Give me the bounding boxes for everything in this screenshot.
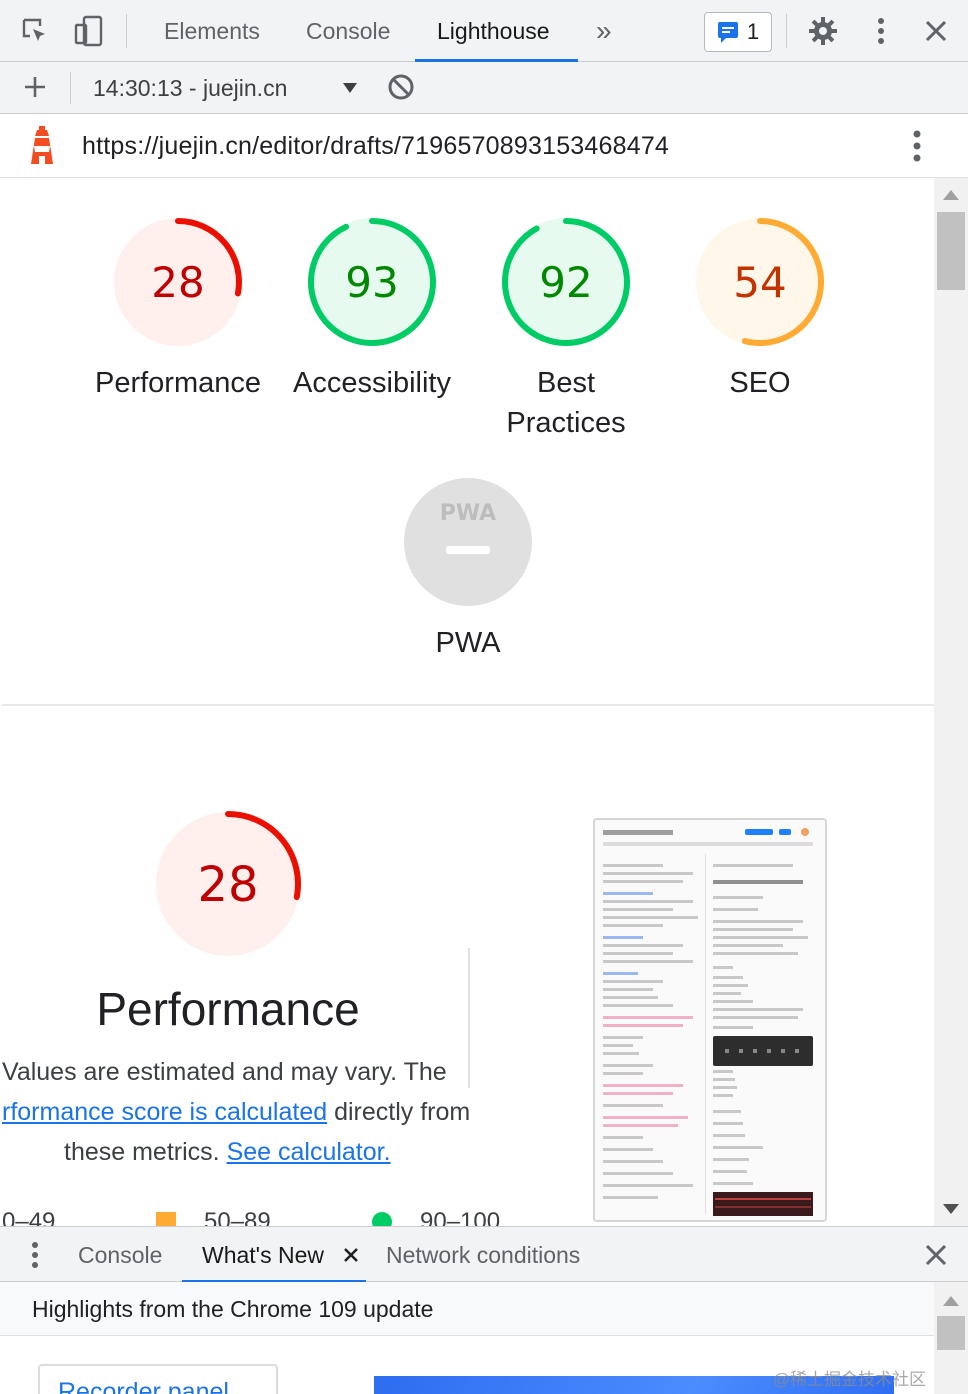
drawer-tab-whats-new-label: What's New (202, 1241, 324, 1268)
section-divider (2, 704, 934, 706)
gauge-accessibility[interactable]: 93 Accessibility (282, 216, 462, 403)
tab-elements[interactable]: Elements (142, 0, 282, 62)
report-menu-icon[interactable] (902, 128, 932, 164)
legend-circle-icon (372, 1212, 392, 1226)
legend-pass: 90–100 (372, 1208, 500, 1226)
device-toolbar-icon[interactable] (72, 14, 106, 48)
desc-line-2: rformance score is calculated directly f… (2, 1092, 602, 1132)
message-icon (717, 22, 738, 43)
toolbar-divider (786, 14, 787, 48)
score-gauge-ring: 92 (502, 218, 630, 346)
gauge-performance[interactable]: 28 Performance (88, 216, 268, 403)
score-label: Best Practices (506, 367, 626, 439)
desc-line-2-rest: directly from (327, 1098, 471, 1126)
pwa-label: PWA (435, 627, 501, 659)
issues-badge[interactable]: 1 (704, 12, 772, 52)
report-selector[interactable]: 14:30:13 - juejin.cn (93, 62, 287, 114)
drawer-menu-icon[interactable] (22, 1239, 48, 1271)
clear-block-icon[interactable] (386, 72, 416, 102)
highlights-title: Highlights from the Chrome 109 update (32, 1295, 434, 1322)
drawer-tab-whats-new[interactable]: What's New (182, 1227, 366, 1283)
pwa-badge-icon: PWA (404, 478, 532, 606)
tab-lighthouse[interactable]: Lighthouse (415, 0, 578, 62)
scroll-up-arrow-icon[interactable] (943, 1296, 959, 1306)
page-screenshot-thumbnail[interactable] (593, 818, 827, 1222)
see-calculator-link[interactable]: See calculator. (227, 1138, 391, 1166)
close-icon[interactable] (920, 15, 952, 47)
toolbar-divider (70, 72, 71, 104)
scrollbar-thumb[interactable] (937, 1316, 965, 1350)
tab-console[interactable]: Console (284, 0, 412, 62)
gauge-best-practices[interactable]: 92 Best Practices (476, 216, 656, 443)
watermark: @稀土掘金技术社区 (772, 1370, 926, 1389)
score-value: 92 (539, 258, 592, 307)
scroll-up-arrow-icon[interactable] (943, 190, 959, 200)
devtools-tabbar: Elements Console Lighthouse » 1 (0, 0, 968, 62)
url-row: https://juejin.cn/editor/drafts/71965708… (0, 114, 968, 178)
score-label: Performance (94, 367, 261, 399)
score-value: 93 (345, 258, 398, 307)
report-selector-label: 14:30:13 - juejin.cn (93, 74, 288, 101)
lighthouse-report: 28 Performance 93 Accessibility 92 Best Pra… (2, 178, 934, 1226)
desc-line-1: Values are estimated and may vary. The (2, 1058, 447, 1086)
plus-icon[interactable] (20, 72, 50, 102)
legend-fail: 0–49 (2, 1208, 55, 1226)
legend-square-icon (156, 1212, 176, 1226)
drawer-tab-console[interactable]: Console (58, 1227, 182, 1283)
score-label: Accessibility (293, 367, 451, 399)
recorder-panel-link[interactable]: Recorder panel (38, 1364, 278, 1394)
performance-description: Values are estimated and may vary. The r… (2, 1052, 602, 1172)
drawer-tabbar: Console What's New Network conditions (0, 1226, 968, 1283)
pwa-badge-text: PWA (440, 501, 496, 526)
gauge-seo[interactable]: 54 SEO (670, 216, 850, 403)
score-value: 54 (733, 258, 786, 307)
score-gauge-ring: 28 (114, 218, 242, 346)
scroll-down-arrow-icon[interactable] (943, 1204, 959, 1214)
desc-line-3-prefix: these metrics. (64, 1138, 227, 1166)
more-tabs-button[interactable]: » (574, 0, 634, 62)
desc-line-3: these metrics. See calculator. (64, 1132, 602, 1172)
performance-detail-gauge: 28 (138, 810, 318, 963)
close-drawer-icon[interactable] (922, 1241, 950, 1269)
performance-title: Performance (96, 983, 360, 1035)
legend-fail-range: 0–49 (2, 1208, 56, 1226)
score-gauge-ring: 54 (696, 218, 824, 346)
kebab-menu-icon[interactable] (864, 14, 898, 48)
legend-average: 50–89 (156, 1208, 271, 1226)
score-value: 28 (151, 258, 204, 307)
issues-count: 1 (746, 19, 760, 44)
toolbar-divider (126, 14, 127, 48)
legend-pass-range: 90–100 (420, 1208, 501, 1226)
score-gauge-ring: 93 (308, 218, 436, 346)
audited-url: https://juejin.cn/editor/drafts/71965708… (82, 131, 670, 160)
legend-average-range: 50–89 (204, 1208, 271, 1226)
score-calculated-link[interactable]: rformance score is calculated (2, 1098, 327, 1126)
inspect-element-icon[interactable] (18, 14, 52, 48)
report-scrollbar[interactable] (934, 178, 968, 1226)
chevron-down-icon[interactable] (338, 74, 362, 102)
drawer-tab-network-conditions[interactable]: Network conditions (366, 1227, 600, 1283)
lighthouse-logo-icon (26, 126, 58, 166)
drawer-scrollbar[interactable] (934, 1282, 968, 1394)
gauge-pwa[interactable]: PWA PWA (378, 476, 558, 663)
lighthouse-toolbar: 14:30:13 - juejin.cn (0, 62, 968, 114)
close-tab-icon[interactable] (340, 1244, 362, 1266)
scrollbar-thumb[interactable] (937, 212, 965, 290)
score-label: SEO (729, 367, 791, 399)
performance-score-value: 28 (197, 857, 258, 913)
whats-new-header: Highlights from the Chrome 109 update (0, 1282, 968, 1336)
whats-new-body: Recorder panel @稀土掘金技术社区 (0, 1336, 934, 1394)
gear-icon[interactable] (806, 14, 840, 48)
